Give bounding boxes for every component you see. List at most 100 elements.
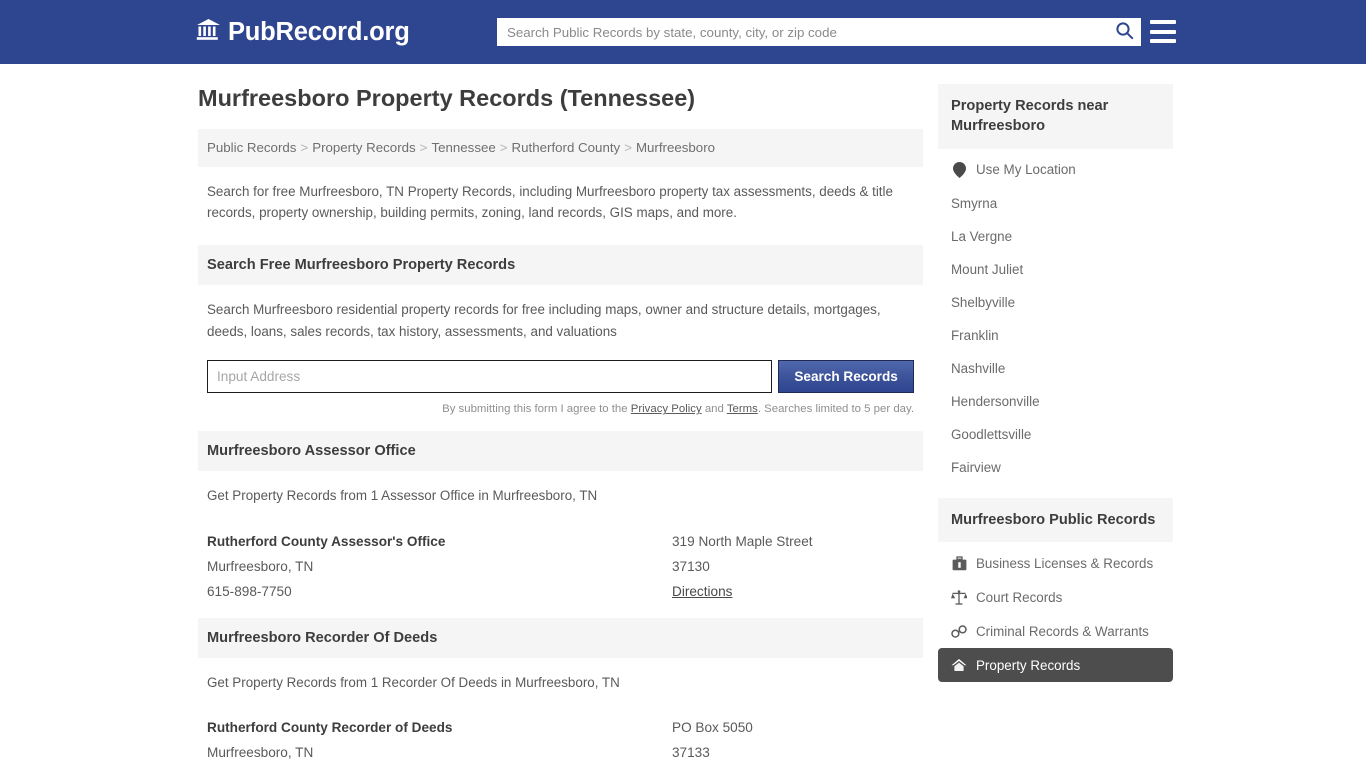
nearby-item-shelbyville[interactable]: Shelbyville bbox=[938, 286, 1173, 319]
record-section-heading: Murfreesboro Recorder Of Deeds bbox=[198, 617, 923, 658]
nearby-item-franklin[interactable]: Franklin bbox=[938, 319, 1173, 352]
hamburger-bar bbox=[1150, 39, 1176, 43]
intro-paragraph: Search for free Murfreesboro, TN Propert… bbox=[207, 183, 893, 221]
office-zip: 37130 bbox=[672, 559, 710, 575]
nearby-item-label: Franklin bbox=[951, 327, 999, 343]
nearby-item-goodlettsville[interactable]: Goodlettsville bbox=[938, 418, 1173, 451]
office-street: 319 North Maple Street bbox=[672, 534, 813, 550]
nearby-item-nashville[interactable]: Nashville bbox=[938, 352, 1173, 385]
nearby-item-label: Hendersonville bbox=[951, 393, 1040, 409]
office-name: Rutherford County Assessor's Office bbox=[207, 534, 446, 550]
nearby-item-la-vergne[interactable]: La Vergne bbox=[938, 220, 1173, 253]
office-name: Rutherford County Recorder of Deeds bbox=[207, 720, 453, 736]
office-city-state: Murfreesboro, TN bbox=[207, 745, 314, 761]
nearby-item-label: Smyrna bbox=[951, 195, 998, 211]
header-search-bar[interactable] bbox=[497, 18, 1141, 46]
disclaimer-text: . Searches limited to 5 per day. bbox=[757, 403, 914, 416]
nearby-records-list: Use My Location Smyrna La Vergne Mount Juli… bbox=[938, 149, 1173, 484]
map-pin-icon bbox=[951, 161, 967, 178]
breadcrumb-separator: > bbox=[624, 140, 632, 156]
search-section-heading: Search Free Murfreesboro Property Record… bbox=[198, 245, 923, 286]
public-record-item-label: Court Records bbox=[976, 589, 1063, 605]
office-city-state: Murfreesboro, TN bbox=[207, 559, 314, 575]
search-section-description: Search Murfreesboro residential property… bbox=[207, 302, 881, 339]
page-title: Murfreesboro Property Records (Tennessee… bbox=[198, 85, 696, 111]
scales-of-justice-icon bbox=[951, 589, 967, 605]
page-body: Murfreesboro Property Records (Tennessee… bbox=[0, 64, 1366, 768]
breadcrumb: Public Records > Property Records > Tennesse… bbox=[198, 129, 923, 167]
breadcrumb-item[interactable]: Public Records bbox=[207, 140, 296, 155]
content-container: Murfreesboro Property Records (Tennessee… bbox=[198, 84, 1173, 768]
office-details-right: 319 North Maple Street 37130 Directions bbox=[672, 529, 914, 604]
breadcrumb-item[interactable]: Rutherford County bbox=[512, 140, 621, 155]
nearby-item-label: Shelbyville bbox=[951, 294, 1016, 310]
address-input[interactable] bbox=[207, 360, 773, 394]
briefcase-icon bbox=[951, 555, 967, 571]
nearby-item-label: Mount Juliet bbox=[951, 261, 1024, 277]
breadcrumb-separator: > bbox=[419, 140, 428, 156]
office-street: PO Box 5050 bbox=[672, 720, 753, 736]
address-search-form: Search Records bbox=[207, 360, 914, 394]
search-icon bbox=[1115, 21, 1134, 43]
record-section-heading: Murfreesboro Assessor Office bbox=[198, 431, 923, 472]
breadcrumb-item[interactable]: Property Records bbox=[312, 140, 415, 155]
nearby-item-label: Use My Location bbox=[976, 162, 1076, 178]
record-section-body: Get Property Records from 1 Assessor Off… bbox=[198, 471, 923, 604]
hamburger-bar bbox=[1150, 29, 1176, 34]
hamburger-menu-icon[interactable] bbox=[1150, 20, 1176, 43]
bank-building-icon bbox=[196, 18, 221, 46]
office-entry: Rutherford County Assessor's Office Murfr… bbox=[207, 529, 914, 604]
public-record-item-criminal-records-warrants[interactable]: Criminal Records & Warrants bbox=[938, 614, 1173, 648]
nearby-item-hendersonville[interactable]: Hendersonville bbox=[938, 385, 1173, 418]
public-record-item-business-licenses-records[interactable]: Business Licenses & Records bbox=[938, 546, 1173, 580]
public-records-card: Murfreesboro Public Records Business Lic… bbox=[938, 497, 1173, 683]
nearby-item-label: La Vergne bbox=[951, 228, 1013, 244]
breadcrumb-separator: > bbox=[300, 140, 309, 156]
sidebar: Property Records near Murfreesboro Use M… bbox=[938, 84, 1173, 696]
breadcrumb-item[interactable]: Murfreesboro bbox=[636, 140, 715, 155]
disclaimer-text: By submitting this form I agree to the bbox=[442, 403, 631, 416]
public-record-item-label: Business Licenses & Records bbox=[976, 555, 1154, 571]
form-disclaimer: By submitting this form I agree to the P… bbox=[207, 402, 914, 418]
office-details-right: PO Box 505037133Directions bbox=[672, 715, 914, 768]
breadcrumb-separator: > bbox=[499, 140, 508, 156]
site-logo-link[interactable]: PubRecord.org bbox=[196, 18, 410, 47]
header-search-button[interactable] bbox=[1107, 19, 1141, 45]
office-zip: 37133 bbox=[672, 745, 710, 761]
office-directions-row: Directions bbox=[672, 579, 914, 604]
nearby-records-heading: Property Records near Murfreesboro bbox=[938, 84, 1173, 149]
office-details-left: Rutherford County Assessor's Office Murfr… bbox=[207, 529, 672, 604]
privacy-policy-link[interactable]: Privacy Policy bbox=[631, 403, 702, 415]
office-entry: Rutherford County Recorder of Deeds Murfr… bbox=[207, 715, 914, 768]
site-logo-text: PubRecord.org bbox=[228, 17, 410, 46]
nearby-item-use-my-location[interactable]: Use My Location bbox=[938, 153, 1173, 187]
public-record-item-label: Criminal Records & Warrants bbox=[976, 623, 1149, 639]
header-search-input[interactable] bbox=[497, 19, 1107, 45]
public-record-item-label: Property Records bbox=[976, 657, 1081, 673]
nearby-item-fairview[interactable]: Fairview bbox=[938, 451, 1173, 484]
record-section-description: Get Property Records from 1 Assessor Off… bbox=[207, 488, 598, 504]
nearby-item-mount-juliet[interactable]: Mount Juliet bbox=[938, 253, 1173, 286]
disclaimer-text: and bbox=[701, 403, 727, 416]
directions-link[interactable]: Directions bbox=[672, 584, 732, 599]
site-header: PubRecord.org bbox=[0, 0, 1366, 64]
public-records-heading: Murfreesboro Public Records bbox=[938, 497, 1173, 543]
nearby-item-label: Nashville bbox=[951, 360, 1006, 376]
office-details-left: Rutherford County Recorder of Deeds Murfr… bbox=[207, 715, 672, 768]
main-column: Murfreesboro Property Records (Tennessee… bbox=[198, 84, 923, 768]
record-sections: Murfreesboro Assessor Office Get Property… bbox=[198, 431, 923, 768]
search-section-body: Search Murfreesboro residential property… bbox=[198, 285, 923, 418]
office-phone: 615-898-7750 bbox=[207, 584, 292, 600]
record-section-description: Get Property Records from 1 Recorder Of … bbox=[207, 674, 620, 690]
nearby-records-card: Property Records near Murfreesboro Use M… bbox=[938, 84, 1173, 484]
handcuffs-icon bbox=[951, 623, 967, 639]
public-record-item-property-records[interactable]: Property Records bbox=[938, 648, 1173, 683]
search-records-button[interactable]: Search Records bbox=[778, 360, 914, 394]
public-records-list: Business Licenses & Records Court Records… bbox=[938, 542, 1173, 683]
breadcrumb-item[interactable]: Tennessee bbox=[431, 140, 495, 155]
hamburger-bar bbox=[1150, 20, 1176, 24]
house-icon bbox=[951, 657, 967, 673]
terms-link[interactable]: Terms bbox=[727, 403, 758, 415]
public-record-item-court-records[interactable]: Court Records bbox=[938, 580, 1173, 614]
nearby-item-smyrna[interactable]: Smyrna bbox=[938, 187, 1173, 220]
